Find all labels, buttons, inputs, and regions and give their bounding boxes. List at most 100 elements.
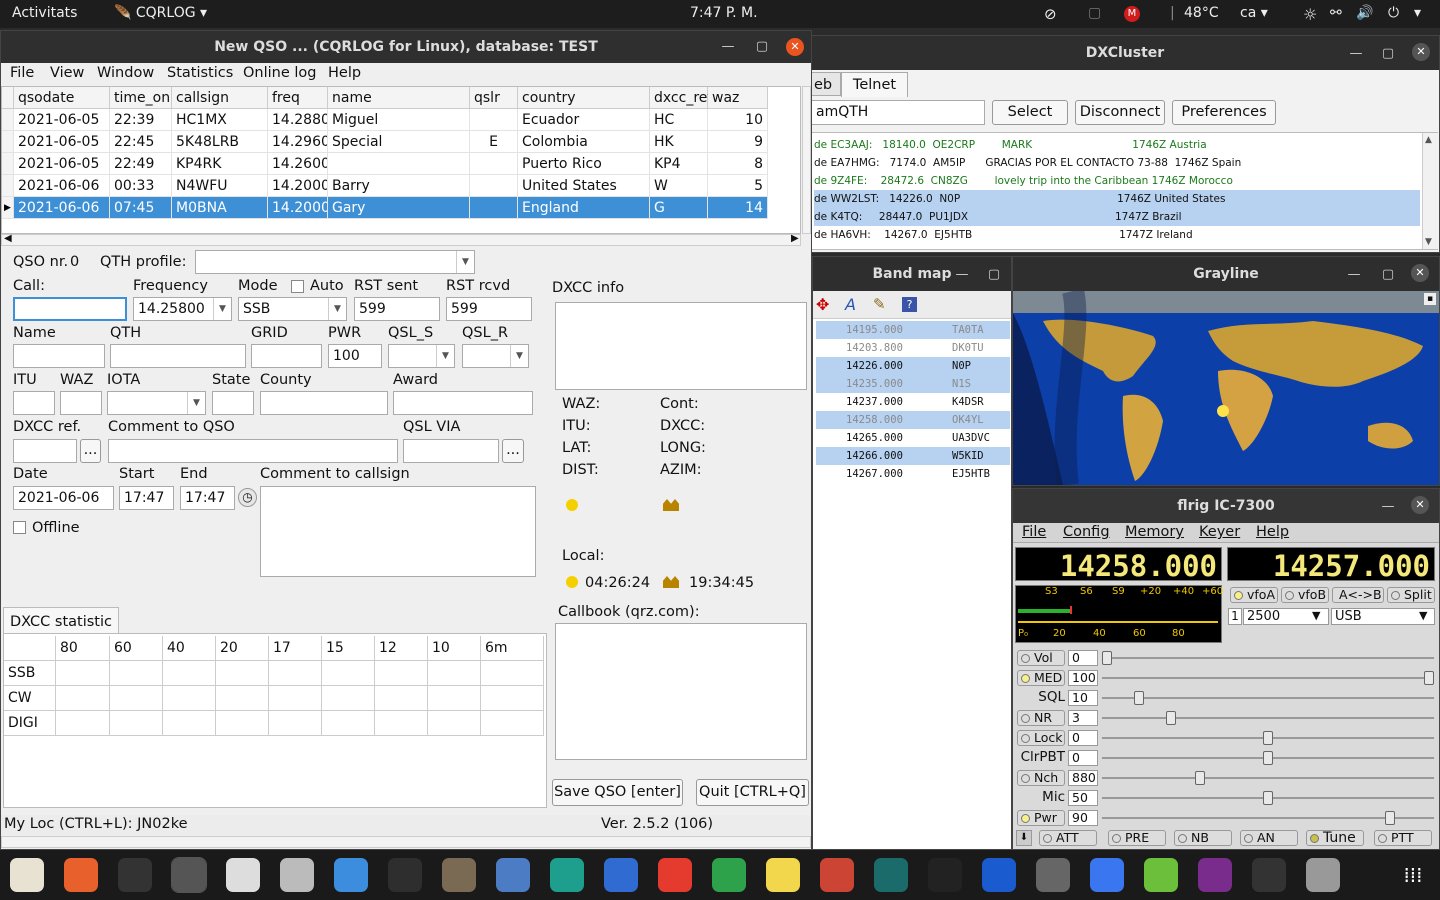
clear-icon[interactable]: ✎ [873, 295, 886, 313]
spectrum-icon[interactable] [874, 858, 908, 892]
minimize-icon[interactable]: — [1343, 259, 1365, 291]
terminal-icon[interactable] [388, 858, 422, 892]
chevron-down-icon[interactable]: ▼ [1419, 609, 1427, 622]
chrome-icon[interactable] [334, 858, 368, 892]
control-toggle-vol[interactable]: Vol [1017, 650, 1065, 666]
state-input[interactable] [212, 391, 254, 415]
tab-telnet[interactable]: Telnet [841, 72, 908, 97]
control-slider[interactable] [1102, 671, 1434, 685]
an-button[interactable]: AN [1240, 830, 1298, 846]
calculator-icon[interactable] [1036, 858, 1070, 892]
mega-icon[interactable]: M [1124, 6, 1140, 22]
ptt-button[interactable]: PTT [1374, 830, 1432, 846]
bandmap-row[interactable]: 14235.000 N1S [816, 375, 1010, 393]
tune-button[interactable]: Tune [1306, 830, 1364, 846]
flrig-menu-keyer[interactable]: Keyer [1199, 524, 1240, 540]
cluster-spot-line[interactable]: de EA7HMG: 7174.0 AM5IP GRACIAS POR EL C… [814, 154, 1420, 172]
table-row[interactable]: 2021-06-05 22:39 HC1MX 14.2880 Miguel Ecuador… [2, 109, 768, 131]
control-value[interactable]: 880 [1068, 770, 1098, 786]
scroll-left-icon[interactable]: ◀ [4, 233, 12, 244]
flrig-menu-config[interactable]: Config [1063, 524, 1110, 540]
itu-input[interactable] [13, 391, 55, 415]
slider-handle[interactable] [1134, 691, 1144, 705]
thunderbird-icon[interactable] [496, 858, 530, 892]
slider-handle[interactable] [1195, 771, 1205, 785]
grid-header-qslr[interactable]: qslr [470, 87, 518, 109]
control-slider[interactable] [1102, 771, 1434, 785]
minimize-icon[interactable]: — [1345, 38, 1367, 70]
preferences-button[interactable]: Preferences [1172, 100, 1276, 125]
firefox-icon[interactable] [64, 858, 98, 892]
bandmap-row[interactable]: 14266.000 W5KID [816, 447, 1010, 465]
clock-icon[interactable]: ◷ [238, 488, 257, 507]
system-menu-arrow[interactable]: ▾ [1414, 5, 1421, 21]
bandmap-titlebar[interactable]: Band map [813, 257, 1011, 291]
cluster-spot-line[interactable]: de HA6VH: 14267.0 EJ5HTB 1747Z Ireland [814, 226, 1420, 244]
grid-header-dxcc-ref[interactable]: dxcc_ref [650, 87, 712, 109]
slider-handle[interactable] [1263, 751, 1273, 765]
start-time-input[interactable]: 17:47 [119, 486, 174, 510]
notes-icon[interactable] [766, 858, 800, 892]
table-row[interactable]: ▶ 2021-06-06 07:45 M0BNA 14.2000 Gary England G… [2, 197, 768, 219]
table-row[interactable]: 2021-06-05 22:49 KP4RK 14.2600 Puerto Rico KP… [2, 153, 768, 175]
calc-icon[interactable] [712, 858, 746, 892]
grid-header-qsodate[interactable]: qsodate [14, 87, 110, 109]
control-value[interactable]: 100 [1068, 670, 1098, 686]
writer-icon[interactable] [604, 858, 638, 892]
bandmap-row[interactable]: 14258.000 OK4YL [816, 411, 1010, 429]
cluster-scrollbar[interactable] [1422, 133, 1438, 249]
slider-handle[interactable] [1263, 791, 1273, 805]
control-value[interactable]: 0 [1068, 730, 1098, 746]
volume-icon[interactable]: 🔊 [1356, 5, 1373, 21]
table-row[interactable]: 2021-06-06 00:33 N4WFU 14.2000 Barry United S… [2, 175, 768, 197]
control-toggle-lock[interactable]: Lock [1017, 730, 1065, 746]
iota-select[interactable]: ▼ [107, 391, 206, 415]
maximize-icon[interactable]: ▢ [1377, 38, 1399, 70]
slider-handle[interactable] [1263, 731, 1273, 745]
grid-header-time-on[interactable]: time_on [110, 87, 172, 109]
wsjtx-icon[interactable] [820, 858, 854, 892]
disconnect-button[interactable]: Disconnect [1075, 100, 1165, 125]
dxcc-ref-input[interactable] [13, 439, 77, 463]
end-time-input[interactable]: 17:47 [180, 486, 235, 510]
help-icon[interactable]: ? [902, 297, 917, 312]
bandmap-row[interactable]: 14237.000 K4DSR [816, 393, 1010, 411]
pwr-input[interactable]: 100 [328, 344, 382, 368]
scroll-down-icon[interactable]: ▼ [1425, 237, 1432, 247]
grid-header-callsign[interactable]: callsign [172, 87, 268, 109]
grayline-resize-icon[interactable]: ▪ [1424, 293, 1436, 305]
anydesk-icon[interactable] [658, 858, 692, 892]
rst-rcvd-input[interactable]: 599 [446, 297, 532, 321]
arrange-icon[interactable]: ✥ [816, 295, 829, 314]
control-toggle-med[interactable]: MED [1017, 670, 1065, 686]
vfob-button[interactable]: vfoB [1281, 587, 1329, 603]
minimize-icon[interactable]: — [717, 31, 739, 63]
auto-checkbox[interactable] [291, 280, 304, 293]
headset-icon[interactable] [1198, 858, 1232, 892]
xmind-icon[interactable] [550, 858, 584, 892]
chart-icon[interactable] [928, 858, 962, 892]
qsl-via-browse-button[interactable]: ... [502, 439, 524, 463]
rst-sent-input[interactable]: 599 [354, 297, 440, 321]
flrig-menu-memory[interactable]: Memory [1125, 524, 1184, 540]
cqrlog-icon[interactable] [171, 857, 207, 893]
call-input[interactable] [13, 297, 127, 321]
gimp-icon[interactable] [442, 858, 476, 892]
control-value[interactable]: 3 [1068, 710, 1098, 726]
frequency-select[interactable]: 14.25800 ▼ [133, 297, 232, 321]
grid-header-freq[interactable]: freq [268, 87, 328, 109]
control-slider[interactable] [1102, 791, 1434, 805]
control-value[interactable]: 50 [1068, 790, 1098, 806]
qso-grid[interactable]: qsodate time_on callsign freq name qslr countr… [1, 86, 801, 234]
camera-app-icon[interactable] [118, 858, 152, 892]
tab-web[interactable]: eb [811, 72, 841, 96]
cluster-host-combo[interactable]: amQTH [811, 100, 985, 125]
maximize-icon[interactable]: ▢ [751, 31, 773, 63]
flrig-menu-file[interactable]: File [1022, 524, 1046, 540]
grid-header-name[interactable]: name [328, 87, 470, 109]
files-icon[interactable] [10, 858, 44, 892]
mode-select[interactable]: SSB ▼ [238, 297, 347, 321]
window-hscrollbar[interactable] [1, 836, 811, 848]
screenshot-icon[interactable] [1306, 858, 1340, 892]
menu-file[interactable]: File [10, 65, 34, 81]
